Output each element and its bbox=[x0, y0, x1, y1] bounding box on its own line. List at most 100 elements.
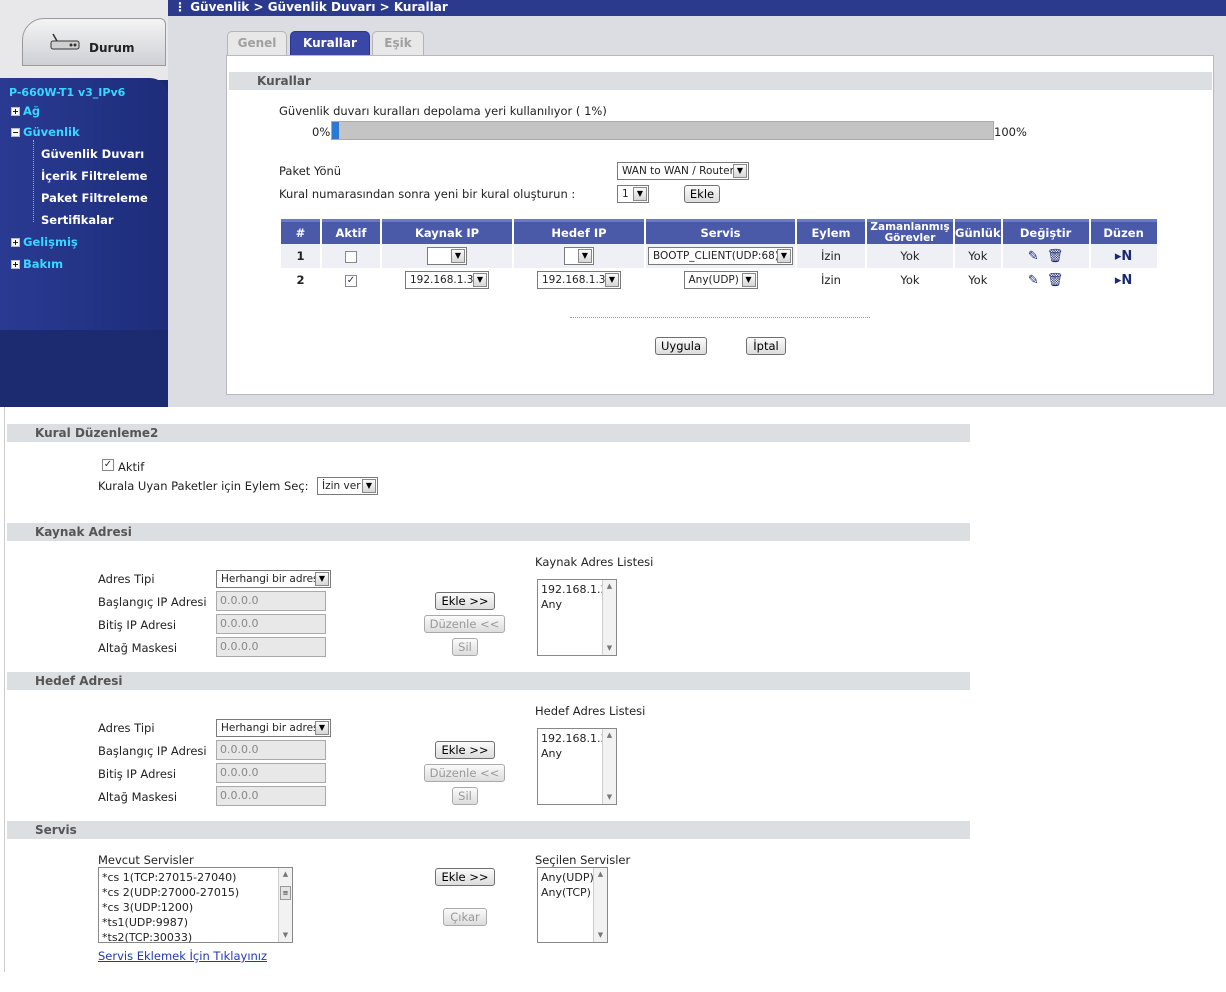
uygula-button[interactable]: Uygula bbox=[655, 337, 707, 355]
nav-gelismis[interactable]: + Gelişmiş bbox=[11, 235, 78, 249]
kaynak-adres-tipi-select[interactable]: Herhangi bir adres ▼ bbox=[216, 570, 331, 588]
hedef-adres-tipi-select[interactable]: Herhangi bir adres ▼ bbox=[216, 719, 331, 737]
col-hedef-ip: Hedef IP bbox=[514, 219, 644, 244]
scroll-down-icon: ▼ bbox=[282, 931, 289, 939]
scroll-down-icon: ▼ bbox=[606, 644, 613, 652]
row-eylem: İzin bbox=[797, 244, 865, 268]
kaynak-ip-select[interactable]: ▼ bbox=[427, 247, 467, 265]
nav-bakim[interactable]: + Bakım bbox=[11, 257, 63, 271]
hedef-list-title: Hedef Adres Listesi bbox=[535, 704, 646, 718]
col-servis: Servis bbox=[646, 219, 795, 244]
hedef-ekle-button[interactable]: Ekle >> bbox=[435, 741, 495, 759]
scroll-thumb[interactable]: ≡ bbox=[280, 886, 291, 900]
list-item[interactable]: *cs 2(UDP:27000-27015) bbox=[102, 885, 289, 900]
trash-icon[interactable]: 🗑 bbox=[1047, 273, 1064, 288]
col-eylem: Eylem bbox=[797, 219, 865, 244]
move-icon[interactable]: ▸N bbox=[1115, 273, 1132, 288]
eylem-select[interactable]: İzin ver ▼ bbox=[317, 477, 378, 495]
tab-esik[interactable]: Eşik bbox=[372, 31, 424, 55]
col-aktif: Aktif bbox=[322, 219, 380, 244]
nav-paket-filtreleme[interactable]: Paket Filtreleme bbox=[41, 191, 148, 205]
aktif-checkbox[interactable]: ✓ bbox=[345, 274, 357, 287]
scrollbar[interactable]: ▲ ≡ ▼ bbox=[278, 868, 292, 942]
hedef-sil-button[interactable]: Sil bbox=[452, 787, 478, 805]
kurallar-section-title: Kurallar bbox=[229, 72, 1212, 90]
hedef-ip-select[interactable]: ▼ bbox=[564, 247, 594, 265]
paket-yonu-select[interactable]: WAN to WAN / Router ▼ bbox=[617, 162, 749, 180]
aktif-checkbox-edit[interactable]: ✓ bbox=[102, 458, 114, 471]
ekle-button[interactable]: Ekle bbox=[684, 185, 720, 203]
scrollbar[interactable]: ▲ ▼ bbox=[602, 580, 616, 655]
hedef-adres-listbox[interactable]: 192.168.1.3 Any ▲ ▼ bbox=[537, 728, 617, 805]
scroll-up-icon: ▲ bbox=[606, 582, 613, 590]
hedef-ip-select[interactable]: 192.168.1.3 ▼ bbox=[537, 271, 621, 289]
kural-no-select[interactable]: 1 ▼ bbox=[617, 185, 649, 203]
breadcrumb: ⋮ Güvenlik > Güvenlik Duvarı > Kurallar bbox=[168, 0, 1226, 16]
nav-guvenlik-duvari[interactable]: Güvenlik Duvarı bbox=[41, 147, 144, 161]
servis-select[interactable]: BOOTP_CLIENT(UDP:68) ▼ bbox=[648, 247, 793, 265]
breadcrumb-arrow-icon: ⋮ bbox=[174, 0, 191, 14]
scrollbar[interactable]: ▲ ▼ bbox=[593, 868, 607, 942]
kaynak-bitis-input[interactable]: 0.0.0.0 bbox=[216, 614, 326, 634]
durum-label: Durum bbox=[89, 41, 135, 55]
divider bbox=[570, 317, 870, 318]
nav-sertifikalar[interactable]: Sertifikalar bbox=[41, 213, 114, 227]
scroll-up-icon: ▲ bbox=[597, 870, 604, 878]
hedef-duzenle-button[interactable]: Düzenle << bbox=[424, 764, 505, 782]
kaynak-sil-button[interactable]: Sil bbox=[452, 638, 478, 656]
kaynak-altag-input[interactable]: 0.0.0.0 bbox=[216, 637, 326, 657]
hedef-bitis-label: Bitiş IP Adresi bbox=[98, 767, 177, 781]
scroll-up-icon: ▲ bbox=[606, 731, 613, 739]
plus-icon: + bbox=[11, 107, 20, 116]
list-item[interactable]: *cs 3(UDP:1200) bbox=[102, 900, 289, 915]
nav-icerik-filtreleme[interactable]: İçerik Filtreleme bbox=[41, 169, 147, 183]
aktif-label: Aktif bbox=[118, 460, 145, 474]
row-kaynak: 192.168.1.3 ▼ bbox=[382, 268, 512, 292]
hedef-bitis-input[interactable]: 0.0.0.0 bbox=[216, 763, 326, 783]
servis-ekle-button[interactable]: Ekle >> bbox=[435, 868, 495, 886]
kaynak-ip-select[interactable]: 192.168.1.3 ▼ bbox=[405, 271, 489, 289]
nav-guvenlik[interactable]: − Güvenlik bbox=[11, 125, 80, 139]
secilen-servisler-label: Seçilen Servisler bbox=[535, 853, 631, 867]
list-item[interactable]: *ts2(TCP:30033) bbox=[102, 930, 289, 945]
edit-icon[interactable]: ✎ bbox=[1028, 273, 1039, 288]
row-hedef: 192.168.1.3 ▼ bbox=[514, 268, 644, 292]
list-item[interactable]: *ts1(UDP:9987) bbox=[102, 915, 289, 930]
hedef-altag-input[interactable]: 0.0.0.0 bbox=[216, 786, 326, 806]
storage-progress-fill bbox=[332, 122, 339, 139]
iptal-button[interactable]: İptal bbox=[746, 337, 786, 355]
tab-genel[interactable]: Genel bbox=[227, 31, 287, 55]
kaynak-section-title: Kaynak Adresi bbox=[7, 523, 970, 541]
mevcut-servisler-listbox[interactable]: *cs 1(TCP:27015-27040) *cs 2(UDP:27000-2… bbox=[98, 867, 293, 945]
move-icon[interactable]: ▸N bbox=[1115, 249, 1132, 264]
chevron-down-icon: ▼ bbox=[578, 249, 592, 263]
minus-icon: − bbox=[11, 128, 20, 137]
servis-cikar-button[interactable]: Çıkar bbox=[443, 908, 487, 926]
kaynak-adres-listbox[interactable]: 192.168.1.3 Any ▲ ▼ bbox=[537, 579, 617, 656]
row-hedef: ▼ bbox=[514, 244, 644, 268]
tab-kurallar[interactable]: Kurallar bbox=[290, 31, 370, 55]
list-item[interactable]: *cs 1(TCP:27015-27040) bbox=[102, 870, 289, 885]
left-border bbox=[4, 407, 5, 972]
servis-select[interactable]: Any(UDP) ▼ bbox=[683, 271, 758, 289]
chevron-down-icon: ▼ bbox=[473, 273, 487, 287]
scroll-up-icon: ▲ bbox=[282, 870, 289, 878]
servis-ekle-link[interactable]: Servis Eklemek İçin Tıklayınız bbox=[98, 949, 267, 963]
hedef-baslangic-input[interactable]: 0.0.0.0 bbox=[216, 740, 326, 760]
durum-tab[interactable]: Durum bbox=[22, 18, 166, 66]
aktif-checkbox[interactable] bbox=[345, 250, 357, 263]
col-duzen: Düzen bbox=[1090, 219, 1157, 244]
chevron-down-icon: ▼ bbox=[451, 249, 465, 263]
trash-icon[interactable]: 🗑 bbox=[1047, 249, 1064, 264]
secilen-servisler-listbox[interactable]: Any(UDP) Any(TCP) ▲ ▼ bbox=[537, 867, 608, 943]
kaynak-duzenle-button[interactable]: Düzenle << bbox=[424, 615, 505, 633]
kaynak-baslangic-input[interactable]: 0.0.0.0 bbox=[216, 591, 326, 611]
edit-icon[interactable]: ✎ bbox=[1028, 249, 1039, 264]
scroll-down-icon: ▼ bbox=[597, 931, 604, 939]
row-servis: Any(UDP) ▼ bbox=[646, 268, 795, 292]
kaynak-ekle-button[interactable]: Ekle >> bbox=[435, 592, 495, 610]
scrollbar[interactable]: ▲ ▼ bbox=[602, 729, 616, 804]
nav-ag[interactable]: + Ağ bbox=[11, 104, 40, 118]
row-kaynak: ▼ bbox=[382, 244, 512, 268]
row-aktif: ✓ bbox=[322, 268, 380, 292]
